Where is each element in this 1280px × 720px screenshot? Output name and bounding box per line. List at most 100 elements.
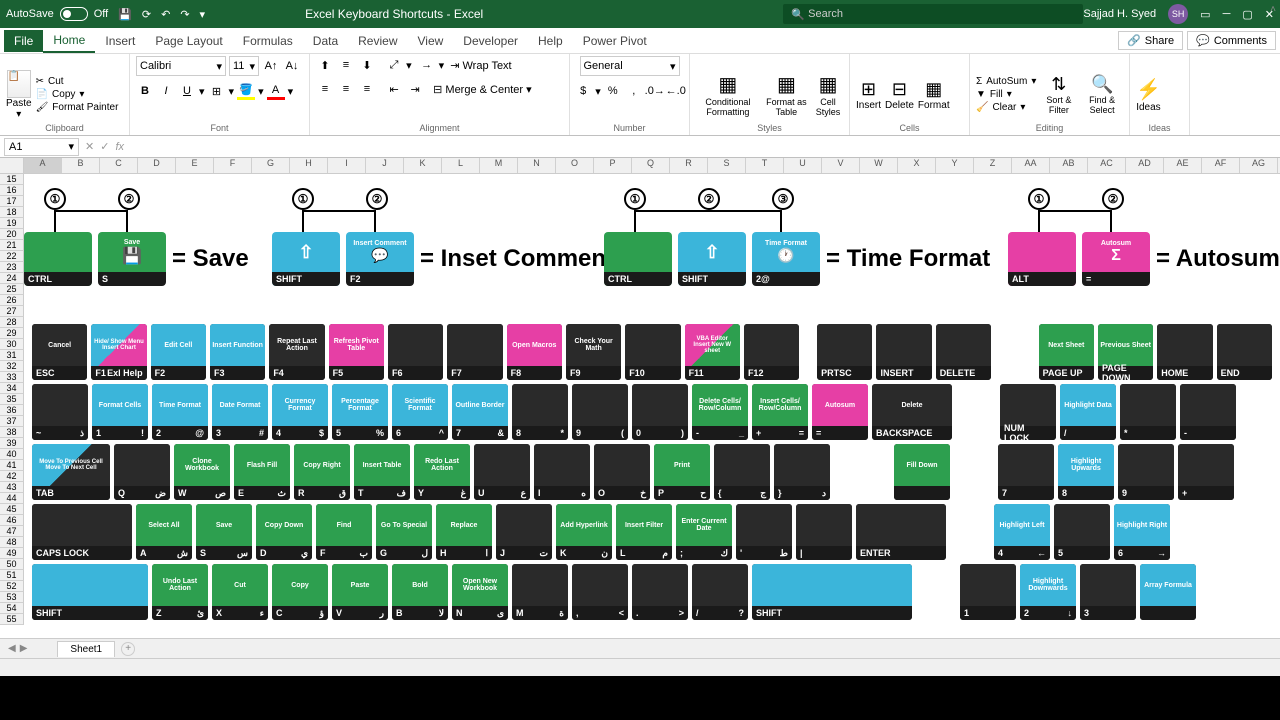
col-header[interactable]: C [100,158,138,173]
col-header[interactable]: AD [1126,158,1164,173]
row-header[interactable]: 17 [0,196,24,207]
row-header[interactable]: 15 [0,174,24,185]
col-header[interactable]: AF [1202,158,1240,173]
row-header[interactable]: 37 [0,416,24,427]
col-header[interactable]: P [594,158,632,173]
row-header[interactable]: 53 [0,592,24,603]
col-header[interactable]: AG [1240,158,1278,173]
align-right-icon[interactable]: ≡ [358,80,376,98]
row-header[interactable]: 38 [0,427,24,438]
col-header[interactable]: AA [1012,158,1050,173]
row-header[interactable]: 20 [0,229,24,240]
col-header[interactable]: O [556,158,594,173]
cell-styles-button[interactable]: ▦Cell Styles [813,72,843,117]
col-header[interactable]: N [518,158,556,173]
cut-button[interactable]: ✂ Cut [36,76,119,87]
col-header[interactable]: AE [1164,158,1202,173]
bold-button[interactable]: B [136,82,154,100]
copy-button[interactable]: 📄 Copy ▾ [36,89,119,100]
row-header[interactable]: 35 [0,394,24,405]
row-header[interactable]: 43 [0,482,24,493]
row-header[interactable]: 28 [0,317,24,328]
tab-help[interactable]: Help [528,30,573,52]
align-middle-icon[interactable]: ≡ [337,56,355,74]
ideas-button[interactable]: ⚡Ideas [1136,77,1161,113]
col-header[interactable]: W [860,158,898,173]
tab-data[interactable]: Data [303,30,348,52]
row-header[interactable]: 22 [0,251,24,262]
col-header[interactable]: I [328,158,366,173]
col-header[interactable]: S [708,158,746,173]
tab-developer[interactable]: Developer [453,30,528,52]
insert-cells-button[interactable]: ⊞Insert [856,79,881,111]
row-header[interactable]: 33 [0,372,24,383]
row-header[interactable]: 21 [0,240,24,251]
font-select[interactable]: Calibri▾ [136,56,226,76]
name-box[interactable]: A1▾ [4,138,79,156]
row-header[interactable]: 24 [0,273,24,284]
row-header[interactable]: 27 [0,306,24,317]
tab-power-pivot[interactable]: Power Pivot [573,30,657,52]
avatar[interactable]: SH [1168,4,1188,24]
comma-icon[interactable]: , [625,82,643,100]
row-header[interactable]: 54 [0,603,24,614]
font-color-button[interactable]: A [267,82,285,100]
col-header[interactable]: Q [632,158,670,173]
fx-icon[interactable]: fx [115,141,124,153]
minimize-icon[interactable]: ─ [1223,8,1231,20]
dec-decimal-icon[interactable]: ←.0 [667,82,685,100]
col-header[interactable]: H [290,158,328,173]
tab-review[interactable]: Review [348,30,407,52]
enter-formula-icon[interactable]: ✓ [100,140,109,153]
orientation-icon[interactable]: ⤢ [385,56,403,74]
format-cells-button[interactable]: ▦Format [918,79,950,111]
row-header[interactable]: 29 [0,328,24,339]
row-header[interactable]: 32 [0,361,24,372]
user-name[interactable]: Sajjad H. Syed [1083,8,1156,20]
row-header[interactable]: 34 [0,383,24,394]
tab-view[interactable]: View [408,30,454,52]
row-header[interactable]: 36 [0,405,24,416]
conditional-formatting-button[interactable]: ▦Conditional Formatting [696,72,760,117]
col-header[interactable]: L [442,158,480,173]
share-button[interactable]: 🔗 Share [1118,31,1183,50]
redo-icon[interactable]: ↷ [180,8,189,21]
search-input[interactable]: 🔍 Search [783,4,1083,24]
col-header[interactable]: J [366,158,404,173]
row-header[interactable]: 23 [0,262,24,273]
italic-button[interactable]: I [157,82,175,100]
col-header[interactable]: G [252,158,290,173]
col-header[interactable]: M [480,158,518,173]
undo-icon[interactable]: ↶ [161,8,170,21]
underline-button[interactable]: U [178,82,196,100]
sync-icon[interactable]: ⟳ [142,8,151,21]
tab-page-layout[interactable]: Page Layout [145,30,232,52]
percent-icon[interactable]: % [604,82,622,100]
col-header[interactable]: A [24,158,62,173]
fill-button[interactable]: ▼ Fill ▾ [976,89,1036,100]
prev-sheet-icon[interactable]: ◀ [8,643,16,654]
row-header[interactable]: 51 [0,570,24,581]
row-header[interactable]: 39 [0,438,24,449]
col-header[interactable]: Z [974,158,1012,173]
row-header[interactable]: 52 [0,581,24,592]
autosave-toggle[interactable]: AutoSave Off [6,7,108,21]
autosum-button[interactable]: Σ AutoSum ▾ [976,76,1036,87]
row-header[interactable]: 48 [0,537,24,548]
number-format-select[interactable]: General▾ [580,56,680,76]
ribbon-mode-icon[interactable]: ▭ [1200,8,1210,21]
format-painter-button[interactable]: 🖌 Format Painter [36,102,119,113]
col-header[interactable]: T [746,158,784,173]
ltr-icon[interactable]: → [418,56,436,74]
collapse-ribbon-icon[interactable]: ˄ [1270,4,1276,15]
row-header[interactable]: 47 [0,526,24,537]
row-header[interactable]: 40 [0,449,24,460]
delete-cells-button[interactable]: ⊟Delete [885,79,914,111]
col-header[interactable]: V [822,158,860,173]
tab-file[interactable]: File [4,30,43,52]
align-left-icon[interactable]: ≡ [316,80,334,98]
merge-center-button[interactable]: ⊟ Merge & Center ▾ [433,83,532,96]
align-bottom-icon[interactable]: ⬇ [358,56,376,74]
clear-button[interactable]: 🧹 Clear ▾ [976,102,1036,113]
tab-formulas[interactable]: Formulas [233,30,303,52]
